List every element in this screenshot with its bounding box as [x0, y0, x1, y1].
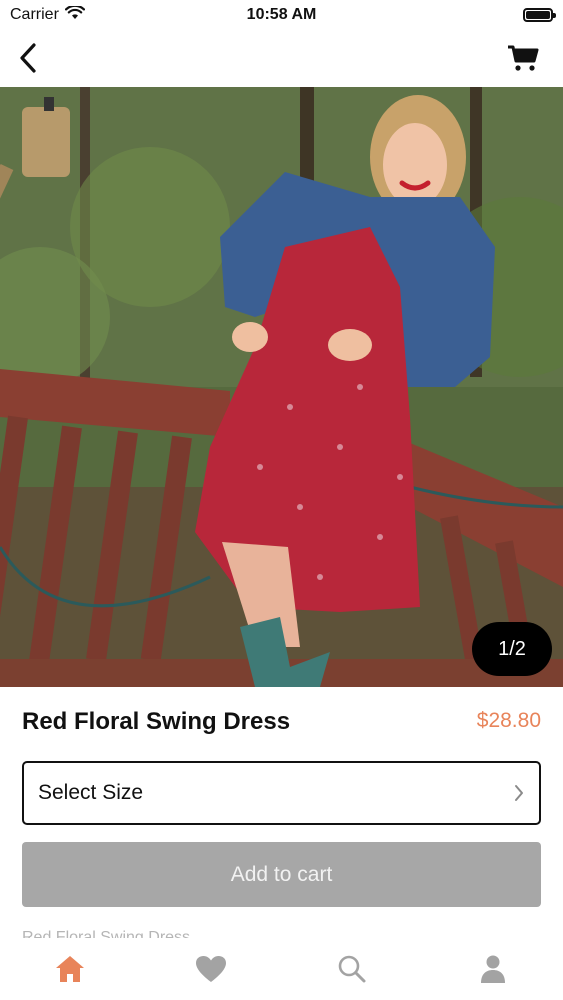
navigation-bar — [0, 30, 563, 87]
battery-level — [526, 11, 550, 19]
back-button[interactable] — [10, 40, 46, 76]
cart-button[interactable] — [505, 42, 541, 74]
product-description-peek: Red Floral Swing Dress — [22, 929, 191, 938]
status-left: Carrier — [10, 4, 85, 25]
battery-icon — [523, 8, 556, 22]
add-to-cart-button[interactable]: Add to cart — [22, 842, 541, 907]
chevron-right-icon — [515, 785, 523, 801]
tab-favorites[interactable] — [171, 944, 251, 994]
wifi-icon — [64, 4, 85, 25]
user-icon — [480, 955, 505, 983]
search-icon — [338, 955, 366, 983]
size-select[interactable]: Select Size — [22, 761, 541, 825]
chevron-left-icon — [20, 43, 36, 73]
product-title: Red Floral Swing Dress — [22, 708, 291, 735]
product-image[interactable]: 1/2 — [0, 87, 563, 687]
tab-home[interactable] — [30, 944, 110, 994]
tab-profile[interactable] — [453, 944, 533, 994]
product-price: $28.80 — [476, 709, 541, 732]
status-bar: Carrier 10:58 AM — [0, 0, 563, 30]
carrier-label: Carrier — [10, 6, 59, 23]
heart-icon — [196, 956, 227, 982]
tab-bar — [0, 938, 563, 1000]
cart-icon — [508, 45, 539, 71]
tab-search[interactable] — [312, 944, 392, 994]
size-select-label: Select Size — [38, 781, 144, 804]
page-indicator: 1/2 — [472, 622, 552, 676]
home-icon — [56, 956, 85, 982]
